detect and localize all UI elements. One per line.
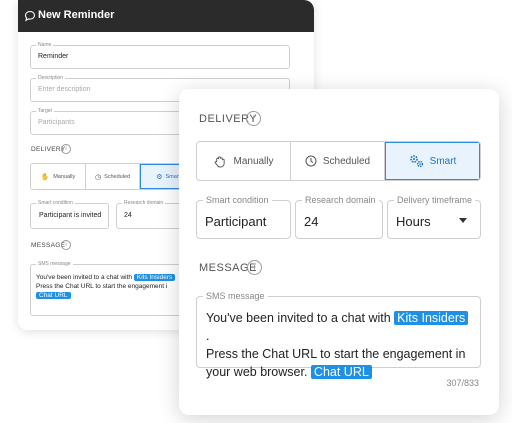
research-domain-label: Research domain (122, 200, 166, 207)
target-placeholder: Participants (38, 119, 75, 126)
info-icon[interactable]: i (246, 111, 261, 126)
option-label: Scheduled (322, 155, 371, 167)
clock-icon: ◷ (94, 173, 102, 181)
name-field[interactable]: Name Reminder (30, 42, 290, 69)
description-label: Description (36, 75, 66, 82)
research-domain-field[interactable]: Research domain 24 (295, 195, 383, 239)
delivery-option-scheduled[interactable]: Scheduled (291, 142, 385, 180)
clock-icon (305, 155, 317, 167)
option-label: Smart (429, 155, 457, 167)
info-icon[interactable]: i (61, 240, 71, 250)
delivery-mode-selector[interactable]: ✋ Manually ◷ Scheduled ⚙ Smart (30, 163, 197, 190)
option-label: Scheduled (104, 173, 131, 180)
hand-icon (215, 155, 226, 168)
chat-url-tag[interactable]: Chat URL (36, 292, 71, 299)
option-label: Manually (53, 173, 76, 180)
sms-message-label: SMS message (36, 261, 73, 268)
kits-insiders-tag[interactable]: Kits Insiders (133, 274, 176, 281)
option-label: Smart (165, 173, 181, 180)
smart-condition-label: Smart condition (203, 195, 272, 206)
caret-down-icon[interactable] (459, 218, 467, 223)
delivery-option-scheduled[interactable]: ◷ Scheduled (86, 164, 141, 189)
research-domain-value: 24 (304, 214, 319, 229)
window-titlebar: New Reminder (18, 0, 314, 32)
delivery-timeframe-value: Hours (396, 214, 431, 229)
delivery-mode-selector[interactable]: Manually Scheduled Smart (196, 141, 481, 181)
delivery-settings-card: DELIVERY i Manually Scheduled Smart Smar… (179, 89, 499, 415)
research-domain-field[interactable]: Research domain 24 (116, 200, 186, 229)
sms-message-label: SMS message (203, 291, 268, 302)
sms-message-text: You've been invited to a chat with Kits … (206, 309, 472, 381)
sms-message-field[interactable]: SMS message You've been invited to a cha… (30, 261, 197, 316)
window-title: New Reminder (38, 9, 115, 21)
name-label: Name (36, 42, 54, 49)
kits-insiders-tag[interactable]: Kits Insiders (394, 311, 469, 325)
smart-condition-label: Smart condition (36, 200, 75, 207)
target-label: Target (36, 108, 54, 115)
smart-condition-value: Participant (205, 214, 267, 229)
name-value: Reminder (38, 53, 69, 60)
gears-icon: ⚙ (156, 173, 163, 181)
smart-condition-field[interactable]: Smart condition Participant (196, 195, 291, 239)
chat-url-tag[interactable]: Chat URL (310, 365, 372, 379)
option-label: Manually (233, 155, 274, 167)
research-domain-label: Research domain (302, 195, 379, 206)
delivery-option-manually[interactable]: ✋ Manually (31, 164, 86, 189)
hand-icon: ✋ (40, 173, 50, 181)
delivery-option-smart[interactable]: Smart (385, 142, 480, 180)
description-placeholder: Enter description (38, 86, 91, 93)
delivery-option-manually[interactable]: Manually (197, 142, 291, 180)
info-icon[interactable]: i (247, 260, 262, 275)
info-icon[interactable]: i (61, 144, 71, 154)
smart-condition-value: Participant is invited (39, 212, 102, 219)
chat-bubble-icon (24, 10, 36, 22)
delivery-timeframe-select[interactable]: Delivery timeframe Hours (387, 195, 481, 239)
sms-message-text: You've been invited to a chat with Kits … (36, 273, 176, 300)
character-counter: 307/833 (446, 378, 479, 388)
delivery-timeframe-label: Delivery timeframe (394, 195, 476, 206)
sms-message-field[interactable]: SMS message You've been invited to a cha… (196, 291, 481, 379)
research-domain-value: 24 (124, 212, 132, 219)
gears-icon (409, 155, 423, 168)
smart-condition-field[interactable]: Smart condition Participant is invited (30, 200, 109, 229)
